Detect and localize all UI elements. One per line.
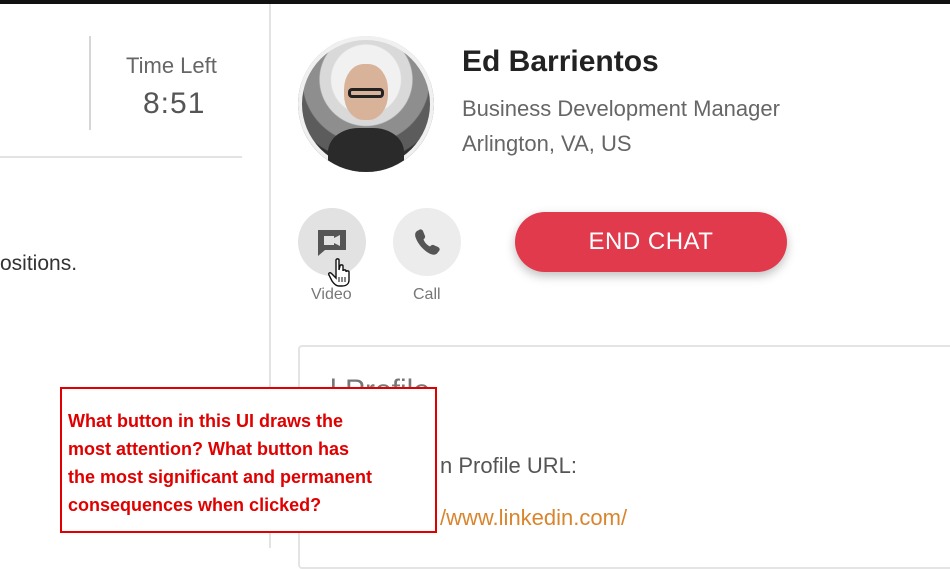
end-chat-button[interactable]: END CHAT [515,212,787,272]
phone-icon [415,229,440,255]
video-label: Video [311,286,352,303]
annotation-box: What button in this UI draws the most at… [60,387,437,533]
call-button[interactable] [393,208,461,276]
contact-title: Business Development Manager [462,96,780,121]
annotation-line: most attention? What button has [68,439,349,459]
annotation-line: What button in this UI draws the [68,411,343,431]
left-divider-line [0,156,242,158]
profile-url-link[interactable]: /www.linkedin.com/ [440,505,627,531]
video-camera-icon [318,230,346,256]
profile-url-label: n Profile URL: [440,453,577,478]
time-left-value: 8:51 [143,87,206,120]
time-left-label: Time Left [126,53,217,78]
annotation-line: consequences when clicked? [68,495,322,515]
contact-name: Ed Barrientos [462,45,659,78]
avatar-glasses [348,88,384,98]
call-label: Call [413,286,441,303]
hand-pointer-icon [328,258,350,287]
chat-message-fragment: ositions. [0,252,78,275]
avatar [298,36,434,172]
timer-separator [89,36,91,130]
annotation-line: the most significant and permanent [68,467,373,487]
contact-location: Arlington, VA, US [462,131,632,156]
